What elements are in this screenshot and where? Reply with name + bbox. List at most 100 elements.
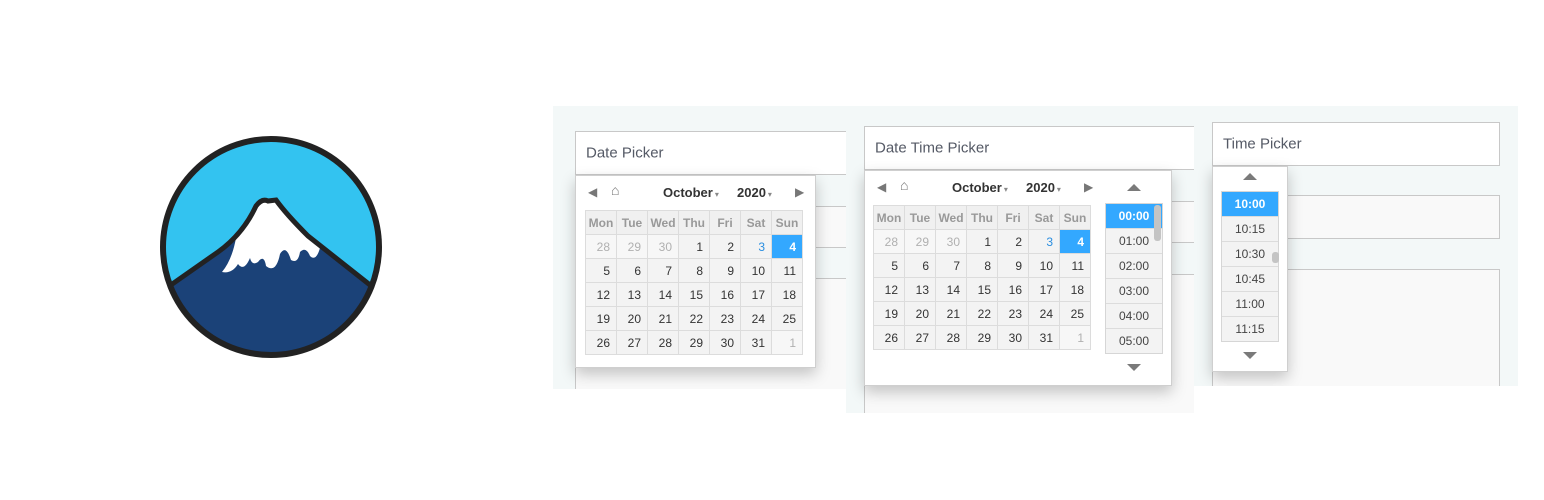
chevron-left-icon[interactable]: ◀ [588,185,597,199]
year-select[interactable]: 2020 ▾ [1026,180,1061,195]
datetime-picker-input[interactable]: Date Time Picker [864,126,1194,170]
calendar-day[interactable]: 13 [904,277,936,302]
month-select[interactable]: October ▾ [663,185,719,200]
calendar-day[interactable]: 27 [616,330,648,355]
calendar-day[interactable]: 14 [935,277,967,302]
calendar-day[interactable]: 4 [771,234,803,259]
calendar-day[interactable]: 2 [709,234,741,259]
calendar-day[interactable]: 17 [1028,277,1060,302]
calendar-day[interactable]: 24 [740,306,772,331]
chevron-left-icon[interactable]: ◀ [877,180,886,194]
calendar-day[interactable]: 1 [771,330,803,355]
calendar-day[interactable]: 22 [678,306,710,331]
calendar-day[interactable]: 31 [1028,325,1060,350]
chevron-right-icon[interactable]: ▶ [795,185,804,199]
time-option[interactable]: 11:15 [1222,317,1278,341]
calendar-day[interactable]: 31 [740,330,772,355]
calendar-day[interactable]: 11 [771,258,803,283]
calendar-day[interactable]: 22 [966,301,998,326]
time-option[interactable]: 10:45 [1222,267,1278,292]
calendar-day[interactable]: 8 [678,258,710,283]
calendar-day[interactable]: 10 [740,258,772,283]
calendar-day[interactable]: 29 [678,330,710,355]
time-scroll-up-icon[interactable] [1243,173,1257,180]
calendar-day[interactable]: 1 [966,229,998,254]
time-scroll-down-icon[interactable] [1127,364,1141,371]
calendar-day[interactable]: 26 [873,325,905,350]
calendar-day[interactable]: 20 [904,301,936,326]
home-icon[interactable]: ⌂ [900,178,908,192]
calendar-day[interactable]: 21 [935,301,967,326]
time-option[interactable]: 11:00 [1222,292,1278,317]
month-select[interactable]: October ▾ [952,180,1008,195]
calendar-day[interactable]: 25 [771,306,803,331]
calendar-day[interactable]: 11 [1059,253,1091,278]
calendar-day[interactable]: 13 [616,282,648,307]
calendar-day[interactable]: 7 [647,258,679,283]
calendar-day[interactable]: 16 [997,277,1029,302]
calendar-day[interactable]: 23 [709,306,741,331]
calendar-day[interactable]: 28 [647,330,679,355]
calendar-day[interactable]: 16 [709,282,741,307]
calendar-day[interactable]: 25 [1059,301,1091,326]
calendar-day[interactable]: 19 [873,301,905,326]
calendar-day[interactable]: 4 [1059,229,1091,254]
calendar-day[interactable]: 12 [585,282,617,307]
calendar-day[interactable]: 15 [678,282,710,307]
calendar-day[interactable]: 26 [585,330,617,355]
home-icon[interactable]: ⌂ [611,183,619,197]
calendar-day[interactable]: 8 [966,253,998,278]
year-select[interactable]: 2020 ▾ [737,185,772,200]
calendar-day[interactable]: 30 [997,325,1029,350]
calendar-day[interactable]: 30 [935,229,967,254]
time-list[interactable]: 10:00 10:15 10:30 10:45 11:00 11:15 [1221,191,1279,342]
calendar-day[interactable]: 19 [585,306,617,331]
calendar-day[interactable]: 14 [647,282,679,307]
time-option[interactable]: 04:00 [1106,304,1162,329]
calendar-day[interactable]: 29 [966,325,998,350]
calendar-day[interactable]: 28 [585,234,617,259]
calendar-day[interactable]: 5 [873,253,905,278]
calendar-day[interactable]: 3 [740,234,772,259]
time-option[interactable]: 02:00 [1106,254,1162,279]
time-option[interactable]: 10:00 [1222,192,1278,217]
calendar-day[interactable]: 3 [1028,229,1060,254]
calendar-day[interactable]: 7 [935,253,967,278]
calendar-day[interactable]: 9 [997,253,1029,278]
time-picker-input[interactable]: Time Picker [1212,122,1500,166]
calendar-day[interactable]: 2 [997,229,1029,254]
scrollbar-thumb[interactable] [1272,252,1279,263]
calendar-day[interactable]: 1 [678,234,710,259]
scrollbar-thumb[interactable] [1154,205,1161,241]
calendar-day[interactable]: 10 [1028,253,1060,278]
time-option[interactable]: 10:30 [1222,242,1278,267]
time-option[interactable]: 10:15 [1222,217,1278,242]
calendar-day[interactable]: 6 [904,253,936,278]
calendar-day[interactable]: 28 [935,325,967,350]
calendar-day[interactable]: 6 [616,258,648,283]
chevron-right-icon[interactable]: ▶ [1084,180,1093,194]
calendar-day[interactable]: 12 [873,277,905,302]
calendar-day[interactable]: 24 [1028,301,1060,326]
calendar-day[interactable]: 17 [740,282,772,307]
calendar-day[interactable]: 28 [873,229,905,254]
calendar-day[interactable]: 30 [647,234,679,259]
calendar-day[interactable]: 21 [647,306,679,331]
time-scroll-up-icon[interactable] [1127,184,1141,191]
calendar-day[interactable]: 20 [616,306,648,331]
calendar-day[interactable]: 27 [904,325,936,350]
calendar-day[interactable]: 29 [616,234,648,259]
calendar-day[interactable]: 15 [966,277,998,302]
calendar-day[interactable]: 5 [585,258,617,283]
calendar-day[interactable]: 30 [709,330,741,355]
calendar-day[interactable]: 9 [709,258,741,283]
time-option[interactable]: 03:00 [1106,279,1162,304]
calendar-day[interactable]: 23 [997,301,1029,326]
time-scroll-down-icon[interactable] [1243,352,1257,359]
time-option[interactable]: 05:00 [1106,329,1162,353]
date-picker-input[interactable]: Date Picker [575,131,846,175]
calendar-day[interactable]: 1 [1059,325,1091,350]
calendar-day[interactable]: 18 [1059,277,1091,302]
calendar-day[interactable]: 18 [771,282,803,307]
calendar-day[interactable]: 29 [904,229,936,254]
